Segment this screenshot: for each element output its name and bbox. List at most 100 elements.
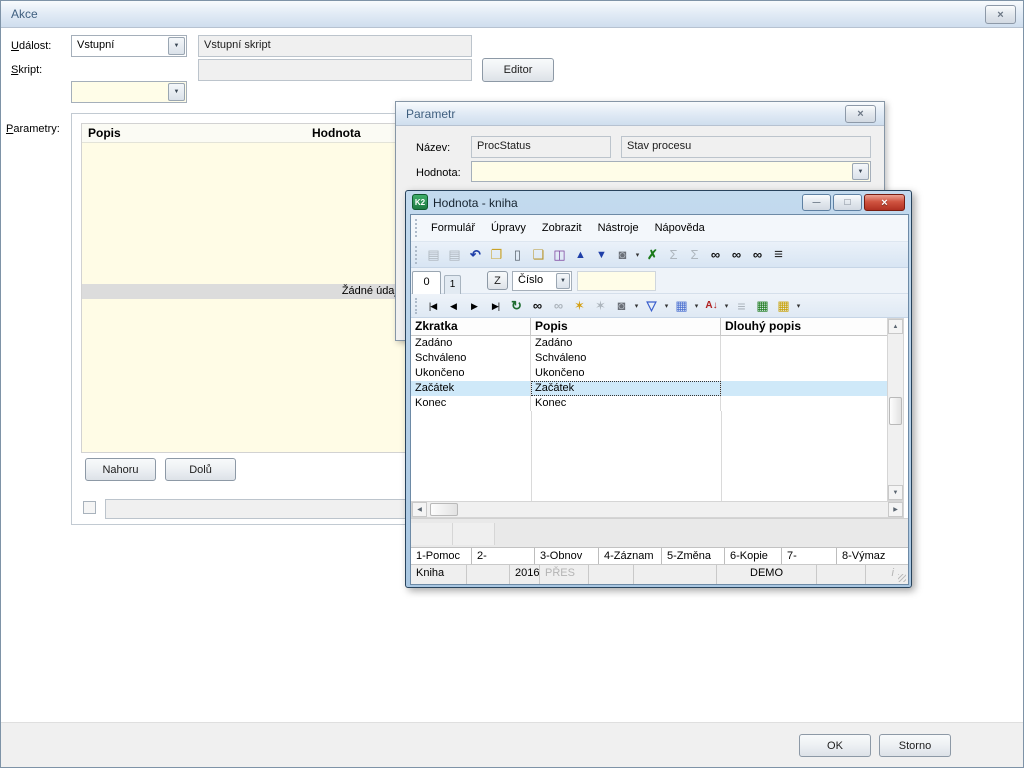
search-next-icon[interactable]: ∞ xyxy=(548,296,569,316)
fkey-6-kopie[interactable]: 6-Kopie xyxy=(725,548,782,564)
filter-icon[interactable]: ▽ xyxy=(641,296,662,316)
move-down-icon[interactable]: ▼ xyxy=(591,245,612,265)
chevron-down-icon[interactable]: ▾ xyxy=(722,302,731,310)
column-header-hodnota[interactable]: Hodnota xyxy=(312,126,361,140)
refresh-icon[interactable]: ↻ xyxy=(506,296,527,316)
skript-description-field[interactable] xyxy=(198,59,472,81)
storno-button[interactable]: Storno xyxy=(879,734,951,757)
sum-icon[interactable]: Σ xyxy=(663,245,684,265)
camera-icon[interactable]: ◙ xyxy=(612,245,633,265)
fkey-5-zmena[interactable]: 5-Změna xyxy=(662,548,725,564)
fkey-2[interactable]: 2- xyxy=(472,548,535,564)
chevron-down-icon[interactable]: ▼ xyxy=(168,83,185,101)
skript-combobox[interactable]: ▼ xyxy=(71,81,187,103)
sum-selection-icon[interactable]: Σ xyxy=(684,245,705,265)
scroll-up-icon[interactable]: ▲ xyxy=(888,319,903,334)
parametr-titlebar[interactable]: Parametr × xyxy=(396,102,884,126)
chevron-down-icon[interactable]: ▼ xyxy=(168,37,185,55)
list-icon[interactable]: ≡ xyxy=(731,296,752,316)
sort-icon[interactable]: A↓ xyxy=(701,296,722,316)
udalost-combobox[interactable]: Vstupní ▼ xyxy=(71,35,187,57)
udalost-description-field[interactable]: Vstupní skript xyxy=(198,35,472,57)
kniha-maximize-button[interactable]: □ xyxy=(833,194,862,211)
first-record-icon[interactable]: |◀ xyxy=(422,296,443,316)
find-next-icon[interactable]: ∞ xyxy=(726,245,747,265)
dolu-button[interactable]: Dolů xyxy=(165,458,236,481)
vertical-scrollbar[interactable]: ▲ ▼ xyxy=(887,318,904,501)
remove-record-icon[interactable]: ✶ xyxy=(590,296,611,316)
camera-icon[interactable]: ◙ xyxy=(611,296,632,316)
column-header-popis[interactable]: Popis xyxy=(531,318,721,335)
menu-nastroje[interactable]: Nástroje xyxy=(590,222,647,234)
menu-list-icon[interactable]: ≡ xyxy=(768,245,789,265)
table-row[interactable]: Ukončeno Ukončeno xyxy=(411,366,887,381)
copy-icon[interactable]: ❑ xyxy=(528,245,549,265)
previous-record-icon[interactable]: ◀ xyxy=(443,296,464,316)
last-record-icon[interactable]: ▶| xyxy=(485,296,506,316)
grid-body[interactable]: Zadáno Zadáno Schváleno Schváleno Ukonče… xyxy=(411,336,887,501)
param-extra-field[interactable] xyxy=(105,499,408,519)
resize-grip-icon[interactable] xyxy=(898,574,906,582)
save-as-icon[interactable]: ▤ xyxy=(444,245,465,265)
scrollbar-thumb[interactable] xyxy=(889,397,902,425)
add-record-icon[interactable]: ✶ xyxy=(569,296,590,316)
kniha-titlebar[interactable]: K2 Hodnota - kniha — □ × xyxy=(406,191,911,214)
parametr-close-button[interactable]: × xyxy=(845,105,876,123)
nazev-value-field[interactable]: ProcStatus xyxy=(471,136,611,158)
chevron-down-icon[interactable]: ▾ xyxy=(794,302,803,310)
scroll-down-icon[interactable]: ▼ xyxy=(888,485,903,500)
table-row-selected[interactable]: Začátek Začátek xyxy=(411,381,887,396)
menu-upravy[interactable]: Úpravy xyxy=(483,222,534,234)
fkey-7[interactable]: 7- xyxy=(782,548,837,564)
z-button[interactable]: Z xyxy=(487,271,508,290)
menu-formular[interactable]: Formulář xyxy=(423,222,483,234)
fkey-4-zaznam[interactable]: 4-Záznam xyxy=(599,548,662,564)
tab-1[interactable]: 1 xyxy=(444,275,461,294)
editor-button[interactable]: Editor xyxy=(482,58,554,82)
type-combobox[interactable]: Číslo ▼ xyxy=(512,271,572,291)
kniha-minimize-button[interactable]: — xyxy=(802,194,831,211)
menu-napoveda[interactable]: Nápověda xyxy=(647,222,713,234)
move-up-icon[interactable]: ▲ xyxy=(570,245,591,265)
open-icon[interactable]: ❐ xyxy=(486,245,507,265)
column-header-popis[interactable]: Popis xyxy=(88,126,121,140)
chevron-down-icon[interactable]: ▾ xyxy=(692,302,701,310)
scrollbar-thumb[interactable] xyxy=(430,503,458,516)
menu-zobrazit[interactable]: Zobrazit xyxy=(534,222,590,234)
horizontal-scrollbar[interactable]: ◀ ▶ xyxy=(411,501,904,518)
fkey-8-vymaz[interactable]: 8-Výmaz xyxy=(837,548,908,564)
column-header-zkratka[interactable]: Zkratka xyxy=(411,318,531,335)
table-row[interactable]: Schváleno Schváleno xyxy=(411,351,887,366)
chevron-down-icon[interactable]: ▼ xyxy=(852,163,869,180)
fkey-1-pomoc[interactable]: 1-Pomoc xyxy=(411,548,472,564)
fkey-3-obnov[interactable]: 3-Obnov xyxy=(535,548,599,564)
kniha-close-button[interactable]: × xyxy=(864,194,905,211)
akce-close-button[interactable]: × xyxy=(985,5,1016,24)
new-record-icon[interactable]: ▯ xyxy=(507,245,528,265)
excel-export-icon[interactable]: ▦ xyxy=(752,296,773,316)
akce-titlebar[interactable]: Akce × xyxy=(1,1,1023,28)
undo-icon[interactable]: ↶ xyxy=(465,245,486,265)
find-selection-icon[interactable]: ∞ xyxy=(747,245,768,265)
chevron-down-icon[interactable]: ▼ xyxy=(556,273,570,289)
chevron-down-icon[interactable]: ▾ xyxy=(662,302,671,310)
chevron-down-icon[interactable]: ▾ xyxy=(632,302,641,310)
table-row[interactable]: Konec Konec xyxy=(411,396,887,411)
param-checkbox[interactable] xyxy=(83,501,96,514)
table-view-icon[interactable]: ▦ xyxy=(773,296,794,316)
save-icon[interactable]: ▤ xyxy=(423,245,444,265)
column-header-dlouhy-popis[interactable]: Dlouhý popis xyxy=(721,318,887,335)
quick-filter-field[interactable] xyxy=(577,271,656,291)
nazev-description-field[interactable]: Stav procesu xyxy=(621,136,871,158)
nahoru-button[interactable]: Nahoru xyxy=(85,458,156,481)
chevron-down-icon[interactable]: ▾ xyxy=(633,251,642,259)
next-record-icon[interactable]: ▶ xyxy=(464,296,485,316)
book-icon[interactable]: ◫ xyxy=(549,245,570,265)
scroll-right-icon[interactable]: ▶ xyxy=(888,502,903,517)
export-edit-icon[interactable]: ✗ xyxy=(642,245,663,265)
form-view-icon[interactable]: ▦ xyxy=(671,296,692,316)
hodnota-combobox[interactable]: ▼ xyxy=(471,161,871,182)
scroll-left-icon[interactable]: ◀ xyxy=(412,502,427,517)
tab-0[interactable]: 0 xyxy=(412,271,441,294)
table-row[interactable]: Zadáno Zadáno xyxy=(411,336,887,351)
